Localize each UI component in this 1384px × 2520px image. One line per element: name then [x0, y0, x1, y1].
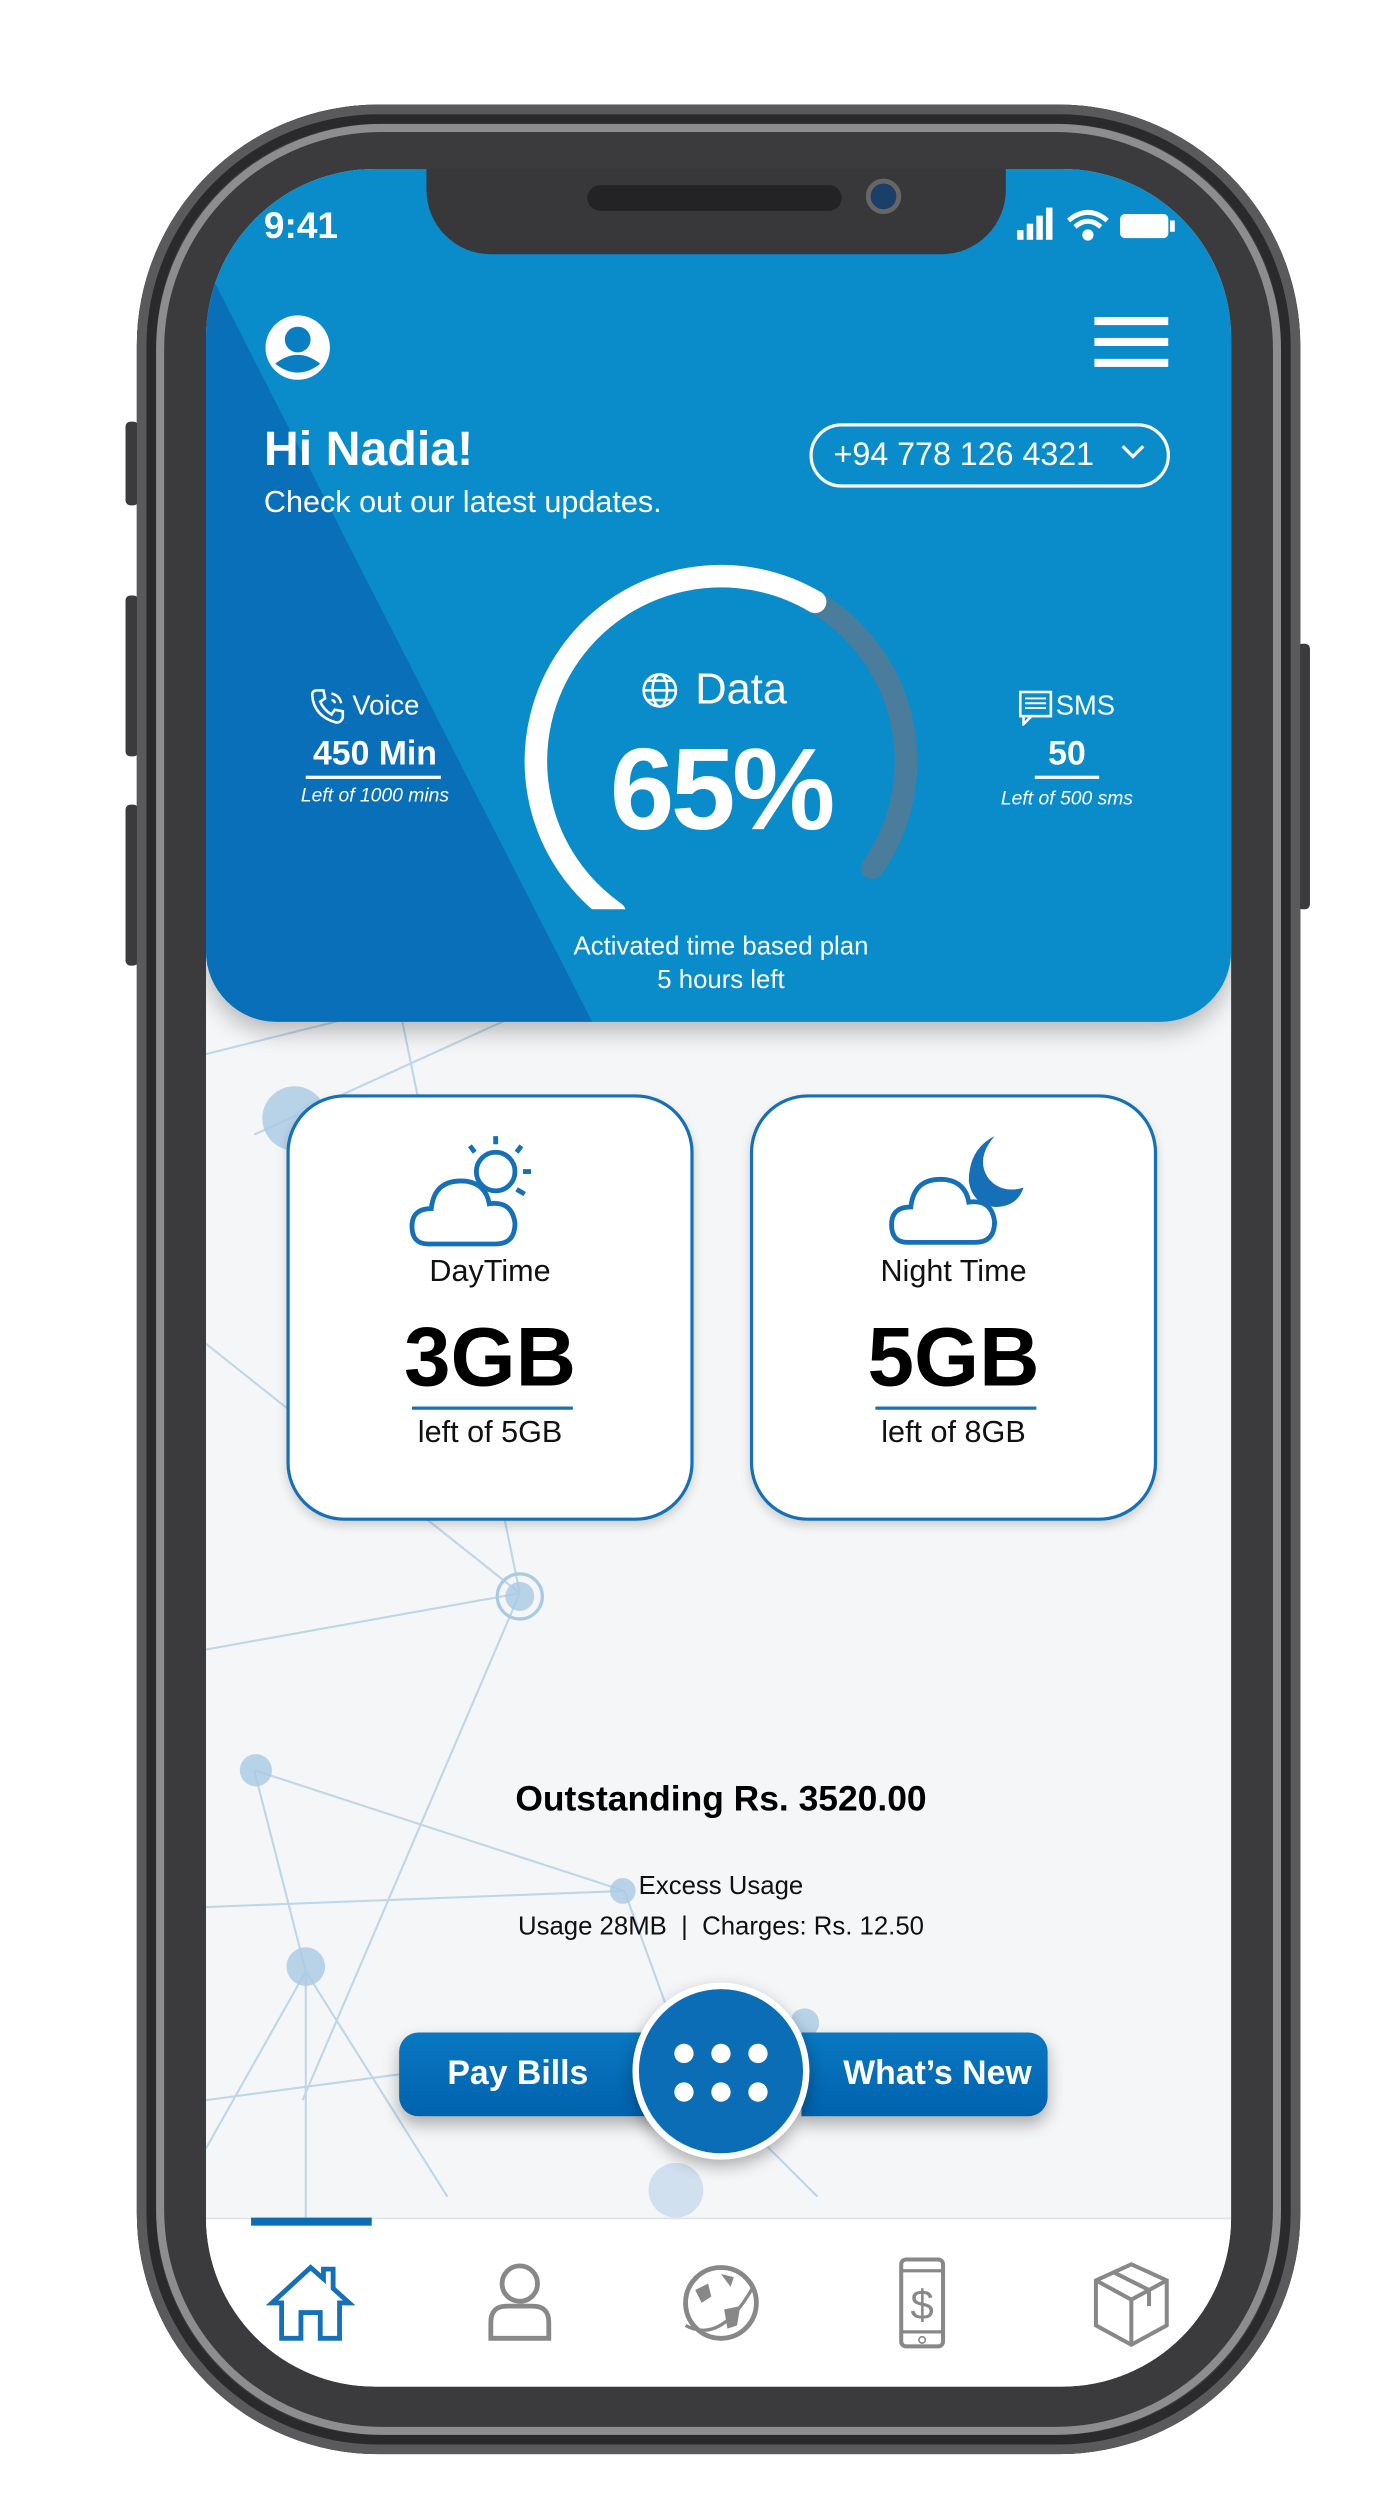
home-icon[interactable] [262, 2255, 359, 2352]
card-label: Night Time [880, 1255, 1027, 1290]
card-value: 3GB [403, 1311, 577, 1405]
sms-label: SMS [1055, 690, 1115, 721]
profile-icon[interactable] [264, 314, 332, 382]
day-cloud-icon [409, 1136, 532, 1247]
status-time: 9:41 [263, 204, 339, 247]
sms-value: 50 [1048, 735, 1086, 773]
screen: 9:41 Hi Nadia! Check out our latest upda… [205, 168, 1232, 2387]
wifi-icon [1067, 210, 1109, 241]
excess-usage-detail: Usage 28MB | Charges: Rs. 12.50 [517, 1913, 924, 1941]
travel-globe-icon[interactable] [673, 2255, 770, 2352]
data-label: Data [695, 664, 788, 713]
voice-label: Voice [352, 690, 420, 721]
daytime-card[interactable]: DayTime 3GB left of 5GB [286, 1094, 694, 1521]
night-cloud-moon-icon [889, 1136, 1024, 1245]
excess-usage-title: Excess Usage [638, 1873, 804, 1901]
svg-text:$: $ [910, 2281, 933, 2328]
camera [865, 178, 902, 215]
notch [426, 168, 1006, 255]
plan-status: Activated time based plan [573, 933, 869, 961]
status-icons [1017, 207, 1175, 241]
card-label: DayTime [429, 1255, 551, 1290]
data-percent: 65% [609, 725, 835, 855]
card-sub: left of 8GB [881, 1416, 1026, 1450]
grid-dots-icon [674, 2043, 768, 2102]
menu-icon[interactable] [1094, 317, 1169, 368]
greeting-subtitle: Check out our latest updates. [263, 486, 662, 520]
sms-icon [1019, 690, 1053, 726]
active-tab-indicator [251, 2217, 372, 2226]
apps-menu-button[interactable] [632, 1982, 810, 2160]
mobile-payment-icon[interactable]: $ [874, 2255, 971, 2352]
voice-sub: Left of 1000 mins [300, 783, 450, 807]
usage-header: 9:41 Hi Nadia! Check out our latest upda… [205, 168, 1232, 1022]
phone-number-selector[interactable]: +94 778 126 4321 [809, 423, 1170, 488]
whats-new-button[interactable]: What’s New [801, 2032, 1048, 2117]
nighttime-card[interactable]: Night Time 5GB left of 8GB [749, 1094, 1158, 1521]
outstanding-amount: Outstanding Rs. 3520.00 [515, 1778, 927, 1819]
package-icon[interactable] [1083, 2255, 1180, 2352]
chevron-down-icon [1121, 436, 1145, 459]
greeting: Hi Nadia! [263, 423, 474, 477]
phone-call-icon [310, 689, 345, 724]
voice-value: 450 Min [312, 735, 437, 773]
signal-icon [1017, 207, 1053, 240]
card-value: 5GB [867, 1311, 1040, 1405]
bottom-nav: $ [205, 2217, 1232, 2387]
phone-number: +94 778 126 4321 [833, 437, 1095, 474]
account-icon[interactable] [472, 2255, 569, 2352]
sms-sub: Left of 500 sms [1000, 786, 1133, 810]
card-sub: left of 5GB [417, 1416, 563, 1450]
globe-icon [642, 673, 678, 708]
plan-time-left: 5 hours left [657, 967, 785, 995]
battery-icon [1120, 214, 1175, 239]
